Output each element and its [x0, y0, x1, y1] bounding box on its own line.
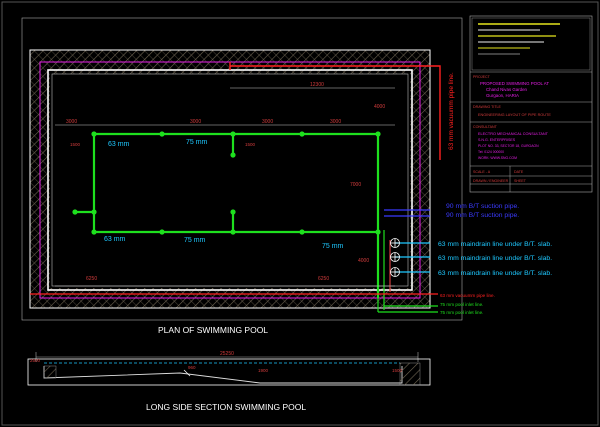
tb-consultant-line-1: ELECTRO MECHANICAL CONSULTANT: [478, 132, 549, 136]
tb-project-label: PROJECT: [473, 75, 491, 79]
tb-scale-label: SCALE - A: [473, 170, 491, 174]
dim-section-overall: 25250: [220, 351, 234, 357]
tb-sheet-label: SHEET: [514, 179, 527, 183]
label-maindrain-1: 63 mm maindrain line under B/T. slab.: [438, 241, 552, 248]
pipe-size-bottom-mid: 75 mm: [184, 237, 206, 244]
pipe-size-top-left: 63 mm: [108, 141, 130, 148]
tb-project-line-3: Gurgaon, HARIA: [486, 93, 519, 98]
tb-drawn-label: DRAWN / ENGINEER: [473, 179, 509, 183]
tb-consultant-line-5: WORK: WWW.SNG.COM: [478, 156, 517, 160]
dim-section-mid-1: 960: [188, 365, 196, 370]
dim-right-lower: 4000: [358, 258, 369, 264]
label-maindrain-3: 63 mm maindrain line under B/T. slab.: [438, 270, 552, 277]
dim-bottom-left: 6250: [86, 276, 97, 282]
pipe-size-right-lower: 75 mm: [322, 243, 344, 250]
label-bt-suction-2: 90 mm B/T suction pipe.: [446, 212, 519, 219]
tb-consultant-line-4: Tel: 0124 000000: [478, 150, 504, 154]
tb-drawing-label: DRAWING TITLE: [473, 105, 502, 109]
tb-date-label: DATE: [514, 170, 524, 174]
dim-top-seg-1: 3000: [66, 119, 77, 125]
dim-top-overall: 12300: [310, 82, 324, 88]
label-bt-suction-1: 90 mm B/T suction pipe.: [446, 203, 519, 210]
plan-title: PLAN OF SWIMMING POOL: [158, 325, 268, 335]
dim-bottom-right: 6250: [318, 276, 329, 282]
dim-right-upper: 4000: [374, 104, 385, 110]
label-inlet-2: 75 mm pool inlet line.: [440, 310, 483, 315]
pipe-size-top-mid: 75 mm: [186, 139, 208, 146]
title-block: [469, 15, 593, 193]
tb-consultant-label: CONSULTANT: [473, 125, 498, 129]
dim-section-right: 1500: [392, 368, 403, 373]
dim-section-left: 2500: [30, 358, 41, 363]
dim-top-seg-3: 3000: [262, 119, 273, 125]
dim-mid-stub: 1500: [245, 142, 256, 147]
section-title: LONG SIDE SECTION SWIMMING POOL: [146, 402, 306, 412]
dim-right-mid: 7000: [350, 182, 361, 188]
tb-consultant-line-3: PLOT NO. 33, SECTOR 18, GURGAON: [478, 144, 539, 148]
tb-consultant-line-2: S.N.G. ENTERPRISES: [478, 138, 516, 142]
dim-section-mid-2: 1900: [258, 368, 269, 373]
dim-left-stub: 1500: [70, 142, 81, 147]
label-maindrain-2: 63 mm maindrain line under B/T. slab.: [438, 255, 552, 262]
cad-drawing: 12300 3000 3000 3000 3000 4000 7000 4000…: [1, 1, 599, 426]
label-inlet-1: 75 mm pool inlet line.: [440, 302, 483, 307]
dim-top-seg-4: 3000: [330, 119, 341, 125]
pool-wall-hatch: [30, 50, 430, 308]
label-vacuum-bottom: 63 mm vacuumm pipe line.: [440, 293, 495, 298]
tb-drawing-line: ENGINEERING LAYOUT OF PIPE ROUTE: [478, 113, 551, 117]
tb-project-line-1: PROPOSED SWIMMING POOL AT: [480, 81, 549, 86]
pipe-size-bottom-left: 63 mm: [104, 236, 126, 243]
label-vacuum-vertical: 63 mm vacuumm pipe line.: [448, 72, 455, 150]
dim-top-seg-2: 3000: [190, 119, 201, 125]
tb-project-line-2: Chand Nivas Garden: [486, 87, 528, 92]
